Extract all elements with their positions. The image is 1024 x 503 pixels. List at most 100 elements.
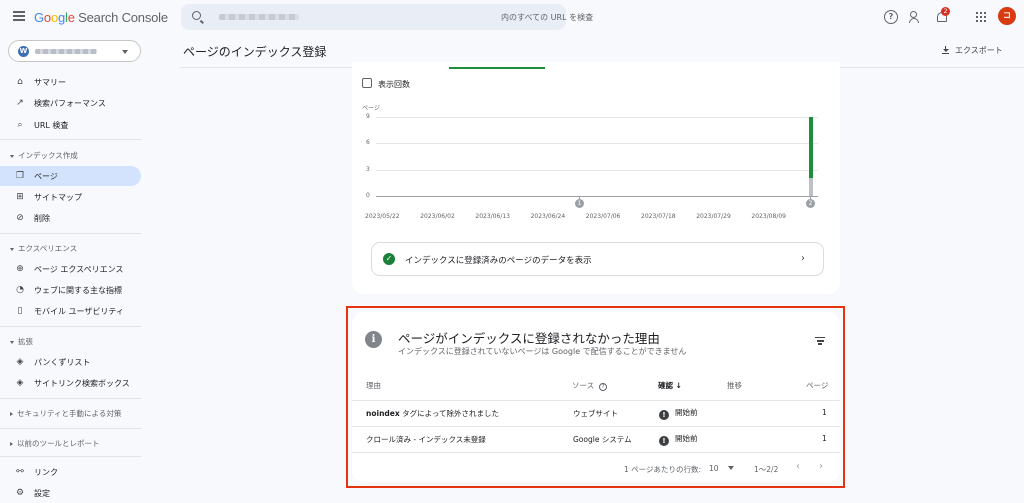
y-tick-label: 3 bbox=[366, 165, 370, 173]
annotation-marker[interactable]: 2 bbox=[806, 199, 815, 208]
property-selector[interactable]: W bbox=[8, 40, 141, 62]
smartphone-icon: ▯ bbox=[17, 306, 23, 316]
y-tick-label: 9 bbox=[366, 113, 370, 120]
x-tick-label: 2023/07/29 bbox=[696, 213, 731, 220]
sidebar-item-page-experience[interactable]: ⊕ ページ エクスペリエンス bbox=[0, 259, 141, 279]
manage-users-icon[interactable] bbox=[909, 10, 923, 24]
table-divider bbox=[352, 400, 840, 401]
sidebar-item-settings[interactable]: ⚙ 設定 bbox=[0, 483, 141, 503]
reason-cell: noindex タグによって除外されました bbox=[366, 409, 499, 418]
search-icon: ⌕ bbox=[17, 120, 23, 130]
y-tick-label: 0 bbox=[366, 192, 370, 199]
account-avatar[interactable]: コ bbox=[998, 7, 1016, 25]
search-console-logo[interactable]: Google Search Console bbox=[34, 10, 168, 25]
sidebar-divider bbox=[0, 139, 141, 140]
rows-per-page-select[interactable]: 10 bbox=[709, 464, 734, 473]
alert-icon: ! bbox=[659, 436, 669, 446]
rows-per-page-label: 1 ページあたりの行数: bbox=[624, 465, 702, 474]
gear-icon: ⚙ bbox=[15, 488, 25, 498]
sort-arrow-icon: ↓ bbox=[675, 381, 682, 390]
chevron-down-icon bbox=[727, 466, 734, 470]
trending-up-icon: ↗ bbox=[16, 98, 24, 108]
sidebar-section-experience[interactable]: エクスペリエンス bbox=[10, 243, 77, 254]
previous-page-button[interactable]: ‹ bbox=[796, 461, 800, 472]
sidebar-item-pages[interactable]: ❐ ページ bbox=[0, 166, 141, 186]
table-divider bbox=[352, 426, 840, 427]
wordpress-icon: W bbox=[18, 46, 29, 57]
google-apps-icon[interactable] bbox=[976, 12, 986, 22]
x-tick-label: 2023/06/24 bbox=[530, 213, 566, 220]
sitemap-icon: ⊞ bbox=[16, 192, 24, 202]
layers-icon: ◈ bbox=[16, 378, 24, 388]
chevron-down-icon bbox=[122, 50, 128, 54]
filter-icon[interactable] bbox=[815, 337, 825, 345]
search-placeholder: 内のすべての URL を検査 bbox=[501, 13, 594, 22]
menu-icon[interactable] bbox=[13, 11, 25, 21]
home-icon: ⌂ bbox=[17, 77, 23, 87]
export-button[interactable]: エクスポート bbox=[942, 45, 1003, 56]
next-page-button[interactable]: › bbox=[819, 461, 823, 472]
sidebar-divider bbox=[0, 233, 141, 234]
add-circle-icon: ⊕ bbox=[16, 264, 24, 274]
sidebar-item-links[interactable]: ⚯ リンク bbox=[0, 462, 141, 482]
view-indexed-pages-text: インデックスに登録済みのページのデータを表示 bbox=[405, 256, 592, 266]
pages-cell: 1 bbox=[822, 434, 827, 443]
notification-count-badge: 2 bbox=[941, 7, 950, 16]
redacted-property-name bbox=[35, 49, 97, 54]
grid-line bbox=[376, 143, 818, 145]
caret-down-icon bbox=[10, 247, 14, 251]
sidebar-divider bbox=[0, 456, 141, 457]
impressions-checkbox[interactable] bbox=[362, 78, 372, 88]
bar-not-indexed[interactable] bbox=[809, 178, 813, 196]
redacted-domain bbox=[219, 14, 299, 20]
column-header-pages[interactable]: ページ bbox=[806, 380, 828, 391]
sidebar-item-sitelinks-searchbox[interactable]: ◈ サイトリンク検索ボックス bbox=[0, 373, 141, 393]
column-header-validation[interactable]: 確認 ↓ bbox=[658, 380, 682, 391]
chart-y-axis-label: ページ bbox=[362, 105, 380, 112]
sidebar-item-url-inspection[interactable]: ⌕ URL 検査 bbox=[0, 115, 141, 135]
x-tick-label: 2023/07/06 bbox=[585, 213, 621, 220]
check-circle-icon: ✓ bbox=[383, 253, 395, 265]
x-tick-label: 2023/07/18 bbox=[641, 213, 676, 220]
sidebar-item-mobile-usability[interactable]: ▯ モバイル ユーザビリティ bbox=[0, 301, 141, 321]
bar-indexed[interactable] bbox=[809, 117, 813, 179]
sidebar-section-security[interactable]: セキュリティと手動による対策 bbox=[10, 408, 121, 419]
sidebar-item-sitemaps[interactable]: ⊞ サイトマップ bbox=[0, 187, 141, 207]
column-header-source[interactable]: ソース? bbox=[572, 380, 608, 391]
column-header-trend: 推移 bbox=[727, 381, 742, 390]
help-icon[interactable]: ? bbox=[884, 10, 898, 24]
pagination-range: 1〜2/2 bbox=[754, 465, 779, 474]
sidebar-divider bbox=[0, 398, 141, 399]
caret-down-icon bbox=[10, 154, 14, 158]
url-inspection-search-input[interactable]: 内のすべての URL を検査 bbox=[181, 4, 593, 30]
links-icon: ⚯ bbox=[16, 467, 24, 477]
grid-line bbox=[376, 117, 818, 118]
page-title: ページのインデックス登録 bbox=[183, 45, 327, 59]
annotation-marker[interactable]: 1 bbox=[575, 199, 584, 208]
alert-icon: ! bbox=[659, 410, 669, 420]
sidebar-section-legacy-tools[interactable]: 以前のツールとレポート bbox=[10, 438, 100, 449]
sidebar-section-enhancements[interactable]: 拡張 bbox=[10, 336, 33, 347]
sidebar-item-removals[interactable]: ⊘ 削除 bbox=[0, 208, 141, 228]
grid-line bbox=[376, 169, 818, 171]
column-header-reason[interactable]: 理由 bbox=[366, 380, 381, 391]
download-icon bbox=[942, 46, 949, 54]
sidebar-item-breadcrumbs[interactable]: ◈ パンくずリスト bbox=[0, 352, 141, 372]
sidebar-section-indexing[interactable]: インデックス作成 bbox=[10, 150, 78, 161]
selected-tab-indicator bbox=[449, 67, 545, 69]
sidebar-divider bbox=[0, 428, 141, 429]
layers-icon: ◈ bbox=[16, 357, 24, 367]
y-tick-label: 6 bbox=[366, 139, 370, 147]
sidebar-divider bbox=[0, 326, 141, 327]
sidebar-item-core-web-vitals[interactable]: ◔ ウェブに関する主な指標 bbox=[0, 280, 141, 300]
source-cell: ウェブサイト bbox=[573, 409, 618, 418]
source-cell: Google システム bbox=[573, 435, 632, 444]
sidebar-item-performance[interactable]: ↗ 検索パフォーマンス bbox=[0, 93, 141, 113]
sidebar-item-summary[interactable]: ⌂ サマリー bbox=[0, 72, 141, 92]
help-icon[interactable]: ? bbox=[599, 383, 608, 391]
chevron-right-icon: › bbox=[801, 253, 805, 264]
search-icon bbox=[192, 11, 201, 20]
validation-cell: ! 開始前 bbox=[659, 433, 698, 446]
x-tick-label: 2023/06/02 bbox=[420, 213, 455, 220]
reasons-subtitle: インデックスに登録されていないページは Google で配信することができません bbox=[398, 347, 687, 356]
